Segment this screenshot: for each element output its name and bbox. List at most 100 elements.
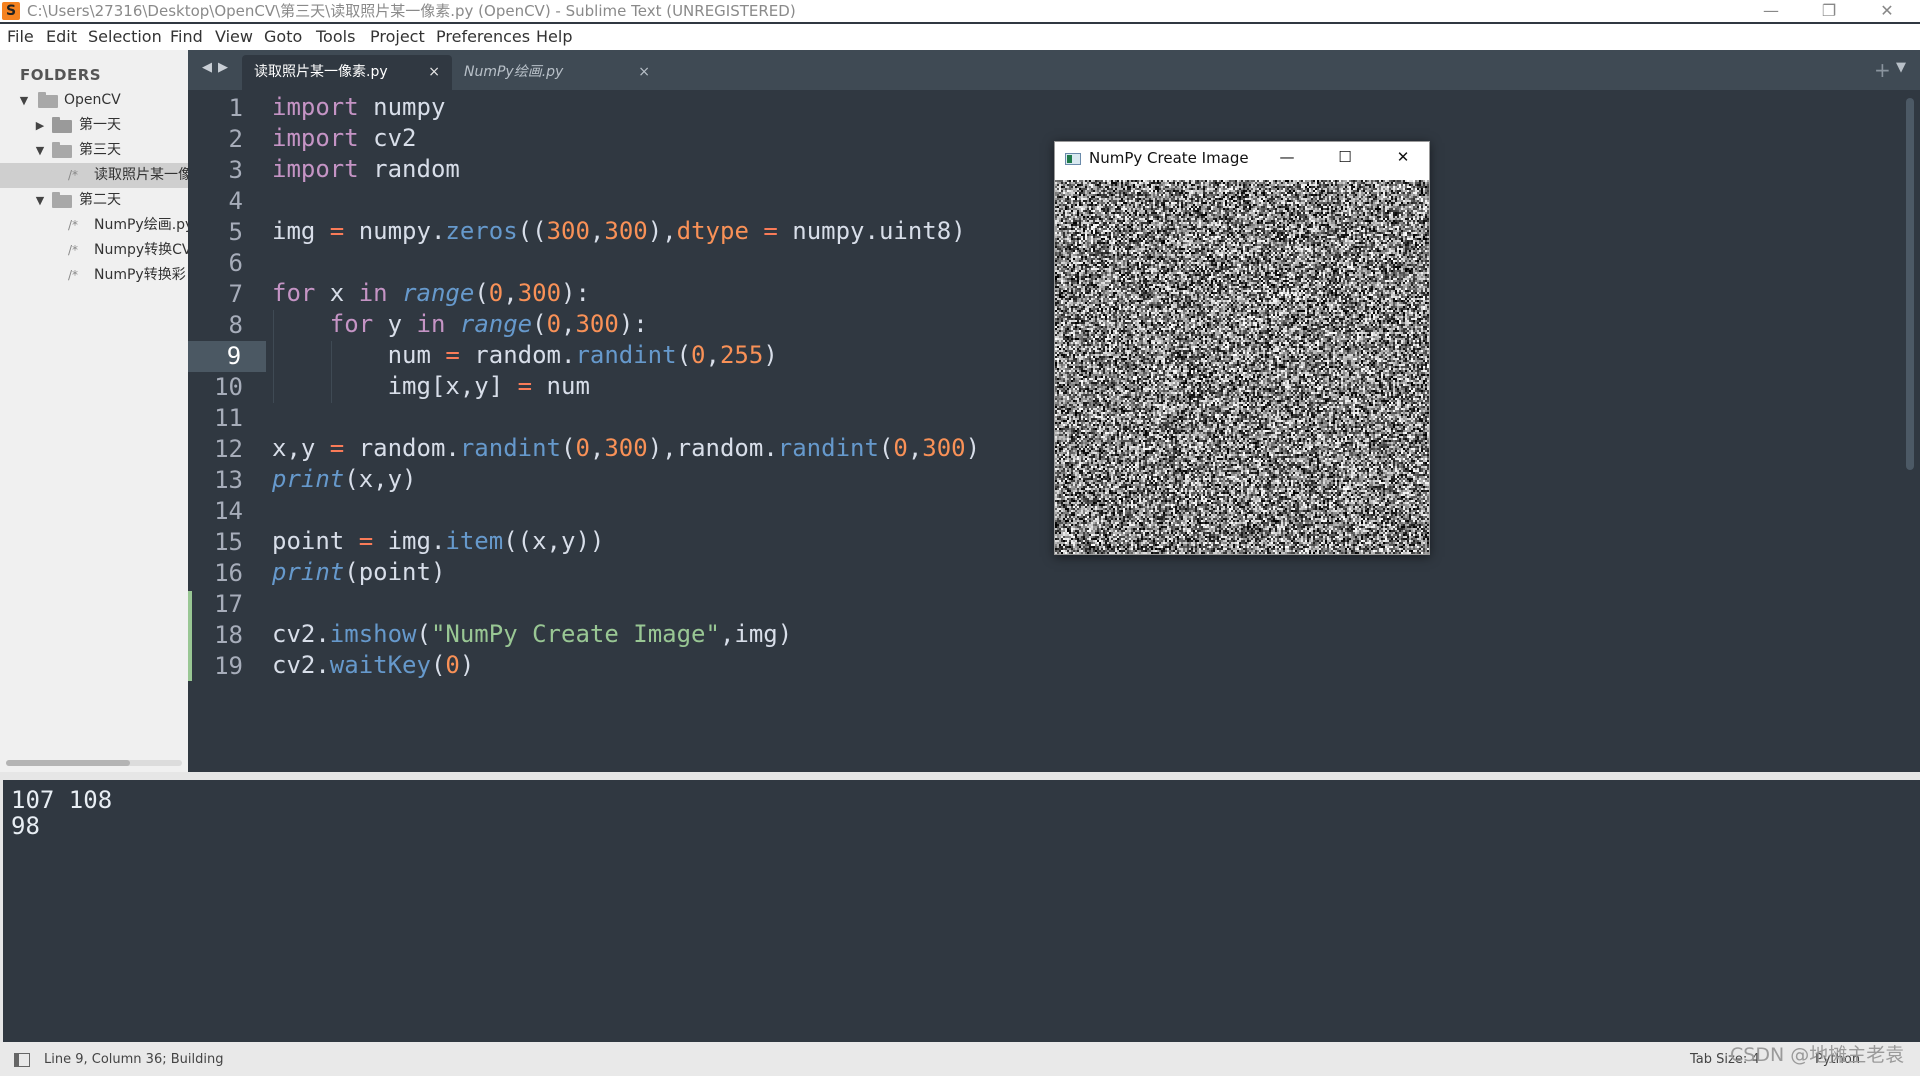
sublime-app-icon: S (2, 2, 20, 20)
sidebar-item-day1[interactable]: ▶ 第一天 (0, 113, 188, 138)
chevron-down-icon[interactable]: ▼ (34, 138, 46, 163)
tab-dropdown-icon[interactable]: ▼ (1896, 60, 1906, 75)
menu-goto[interactable]: Goto (264, 27, 302, 46)
sidebar: FOLDERS ▼ OpenCV ▶ 第一天 ▼ 第三天 /* 读取照片某一像 … (0, 50, 188, 772)
sidebar-item-read-pixel-file[interactable]: /* 读取照片某一像 (0, 163, 188, 188)
sidebar-item-label: OpenCV (64, 88, 121, 113)
sidebar-item-day3[interactable]: ▼ 第三天 (0, 138, 188, 163)
image-window-close-button[interactable]: ✕ (1389, 146, 1417, 168)
code-line-12[interactable]: x,y = random.randint(0,300),random.randi… (272, 434, 980, 465)
new-tab-plus-icon[interactable]: + (1874, 58, 1891, 82)
menu-bar: File Edit Selection Find View Goto Tools… (0, 24, 1920, 50)
line-number: 11 (188, 403, 243, 434)
line-number: 3 (188, 155, 243, 186)
minimize-button[interactable]: — (1742, 0, 1800, 22)
panel-toggle-icon[interactable] (14, 1053, 30, 1067)
tab-nav-left-icon[interactable]: ◀ (202, 60, 212, 75)
modified-lines-marker (188, 591, 192, 681)
chevron-down-icon[interactable]: ▼ (18, 88, 30, 113)
menu-selection[interactable]: Selection (88, 27, 162, 46)
line-number: 14 (188, 496, 243, 527)
sidebar-item-label: 第三天 (79, 138, 121, 163)
menu-preferences[interactable]: Preferences (436, 27, 530, 46)
tab-bar: ◀ ▶ 读取照片某一像素.py × NumPy绘画.py × + ▼ (188, 50, 1920, 90)
file-icon: /* (68, 263, 78, 288)
sidebar-item-label: NumPy转换彩 (94, 263, 186, 288)
sidebar-scrollbar-thumb[interactable] (6, 760, 130, 766)
code-line-19[interactable]: cv2.waitKey(0) (272, 651, 474, 682)
image-window-maximize-button[interactable]: ☐ (1331, 146, 1359, 168)
folder-open-icon (52, 195, 72, 208)
sidebar-item-numpy-convert-color[interactable]: /* NumPy转换彩 (0, 263, 188, 288)
line-number-gutter: 1 2 3 4 5 6 7 8 9 10 11 12 13 14 15 16 1… (188, 90, 266, 772)
output-line: 107 108 (11, 786, 112, 814)
sidebar-item-label: 第一天 (79, 113, 121, 138)
cursor-position-status: Line 9, Column 36; Building (44, 1052, 223, 1067)
code-line-1[interactable]: import numpy (272, 93, 445, 124)
code-line-18[interactable]: cv2.imshow("NumPy Create Image",img) (272, 620, 792, 651)
folder-icon (52, 120, 72, 133)
file-icon: /* (68, 163, 78, 188)
csdn-watermark: CSDN @地摊主老袁 (1730, 1040, 1904, 1067)
line-number: 17 (188, 589, 243, 620)
menu-view[interactable]: View (215, 27, 253, 46)
close-button[interactable]: ✕ (1858, 0, 1916, 22)
line-number: 6 (188, 248, 243, 279)
window-title: C:\Users\27316\Desktop\OpenCV\第三天\读取照片某一… (27, 0, 796, 22)
tab-numpy-draw[interactable]: NumPy绘画.py × (452, 55, 662, 90)
code-line-10[interactable]: img[x,y] = num (272, 372, 590, 403)
code-line-7[interactable]: for x in range(0,300): (272, 279, 590, 310)
code-line-9[interactable]: num = random.randint(0,255) (272, 341, 778, 372)
restore-button[interactable]: ❐ (1800, 0, 1858, 22)
menu-project[interactable]: Project (370, 27, 425, 46)
editor-scrollbar[interactable] (1906, 98, 1914, 470)
panel-divider[interactable] (0, 772, 1920, 780)
menu-file[interactable]: File (7, 27, 34, 46)
tab-close-icon[interactable]: × (428, 55, 440, 90)
code-line-8[interactable]: for y in range(0,300): (272, 310, 648, 341)
folder-open-icon (52, 145, 72, 158)
line-number: 10 (188, 372, 243, 403)
line-number: 8 (188, 310, 243, 341)
menu-tools[interactable]: Tools (316, 27, 355, 46)
current-line-number: 9 (188, 341, 266, 372)
line-number: 1 (188, 93, 243, 124)
sidebar-item-label: NumPy绘画.py (94, 213, 188, 238)
code-line-16[interactable]: print(point) (272, 558, 445, 589)
file-icon: /* (68, 213, 78, 238)
chevron-right-icon[interactable]: ▶ (34, 113, 46, 138)
line-number: 12 (188, 434, 243, 465)
code-line-13[interactable]: print(x,y) (272, 465, 417, 496)
sidebar-item-day2[interactable]: ▼ 第二天 (0, 188, 188, 213)
line-number: 5 (188, 217, 243, 248)
file-icon: /* (68, 238, 78, 263)
random-noise-image (1055, 180, 1429, 554)
folders-header: FOLDERS (20, 66, 101, 84)
tab-nav-right-icon[interactable]: ▶ (218, 60, 228, 75)
menu-find[interactable]: Find (170, 27, 203, 46)
line-number: 2 (188, 124, 243, 155)
sidebar-item-opencv[interactable]: ▼ OpenCV (0, 88, 188, 113)
sidebar-item-label: 读取照片某一像 (94, 163, 188, 188)
tab-read-pixel[interactable]: 读取照片某一像素.py × (242, 55, 452, 90)
menu-edit[interactable]: Edit (46, 27, 77, 46)
opencv-image-window[interactable]: NumPy Create Image — ☐ ✕ (1054, 141, 1430, 555)
chevron-down-icon[interactable]: ▼ (34, 188, 46, 213)
line-number: 18 (188, 620, 243, 651)
image-window-minimize-button[interactable]: — (1273, 146, 1301, 168)
sidebar-item-label: 第二天 (79, 188, 121, 213)
status-bar: Line 9, Column 36; Building Tab Size: 4 … (0, 1042, 1920, 1076)
sidebar-item-numpy-draw[interactable]: /* NumPy绘画.py (0, 213, 188, 238)
code-line-2[interactable]: import cv2 (272, 124, 417, 155)
menu-help[interactable]: Help (536, 27, 572, 46)
tab-close-icon[interactable]: × (638, 55, 650, 90)
code-line-5[interactable]: img = numpy.zeros((300,300),dtype = nump… (272, 217, 966, 248)
line-number: 4 (188, 186, 243, 217)
line-number: 16 (188, 558, 243, 589)
sidebar-item-label: Numpy转换CV (94, 238, 188, 263)
build-output-panel[interactable]: 107 108 98 (0, 780, 1920, 1042)
code-line-15[interactable]: point = img.item((x,y)) (272, 527, 604, 558)
line-number: 15 (188, 527, 243, 558)
code-line-3[interactable]: import random (272, 155, 460, 186)
sidebar-item-numpy-convert-cv[interactable]: /* Numpy转换CV (0, 238, 188, 263)
